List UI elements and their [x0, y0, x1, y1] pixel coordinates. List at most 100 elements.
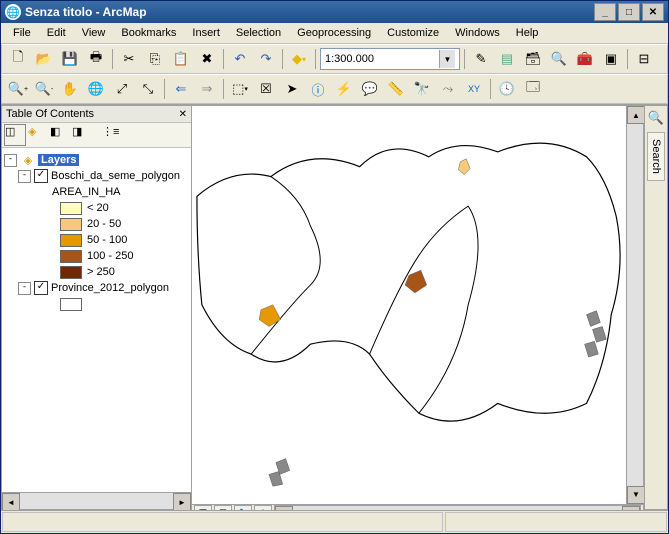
find-icon[interactable]: 🔭 [410, 77, 434, 101]
tools-toolbar: 🔍+ 🔍- ✋ 🌐 ⤢ ⤡ ⇐ ⇒ ⬚▾ ☒ ➤ ⓘ ⚡ 💬 📏 🔭 ⤳ XY … [1, 74, 668, 104]
copy-icon[interactable]: ⎘ [143, 47, 167, 71]
toc-titlebar: Table Of Contents ✕ [2, 106, 191, 123]
toc-title-text: Table Of Contents [6, 108, 94, 120]
search-icon[interactable]: 🔍 [648, 110, 664, 126]
arcmap-window: 🌐 Senza titolo - ArcMap _ □ ✕ File Edit … [0, 0, 669, 534]
open-icon[interactable]: 📂 [32, 47, 56, 71]
toc-close-icon[interactable]: ✕ [179, 109, 187, 120]
toc-icon[interactable]: ▤ [495, 47, 519, 71]
pointer-icon[interactable]: ➤ [280, 77, 304, 101]
chevron-down-icon[interactable]: ▼ [439, 50, 455, 68]
legend-label: < 20 [87, 202, 109, 214]
legend-swatch [60, 234, 82, 247]
python-icon[interactable]: ▣ [599, 47, 623, 71]
tree-toggle[interactable]: - [18, 170, 31, 183]
boschi-feature [259, 305, 281, 327]
pan-icon[interactable]: ✋ [58, 77, 82, 101]
hyperlink-icon[interactable]: ⚡ [332, 77, 356, 101]
editor-icon[interactable]: ✎ [469, 47, 493, 71]
menu-customize[interactable]: Customize [379, 25, 447, 41]
menubar: File Edit View Bookmarks Insert Selectio… [1, 23, 668, 44]
menu-windows[interactable]: Windows [447, 25, 508, 41]
delete-icon[interactable]: ✖ [195, 47, 219, 71]
minimize-button[interactable]: _ [594, 3, 616, 21]
menu-geoprocessing[interactable]: Geoprocessing [289, 25, 379, 41]
toolbox-icon[interactable]: 🧰 [573, 47, 597, 71]
options-icon[interactable]: ⋮≡ [102, 125, 122, 145]
layer2-checkbox[interactable]: ✓ [34, 281, 48, 295]
time-slider-icon[interactable]: 🕓 [495, 77, 519, 101]
map-scale-combo[interactable]: 1:300.000 ▼ [320, 48, 460, 70]
scroll-down-icon[interactable]: ▼ [627, 486, 645, 504]
search-window-icon[interactable]: 🔍 [547, 47, 571, 71]
fixed-zoom-out-icon[interactable]: ⤡ [136, 77, 160, 101]
print-icon[interactable]: 🖶 [84, 47, 108, 71]
add-data-icon[interactable]: ◆▾ [287, 47, 311, 71]
next-extent-icon[interactable]: ⇒ [195, 77, 219, 101]
toc-toolbar: ◫ ◈ ◧ ◨ ⋮≡ [2, 123, 191, 148]
zoom-out-icon[interactable]: 🔍- [32, 77, 56, 101]
menu-edit[interactable]: Edit [39, 25, 74, 41]
menu-file[interactable]: File [5, 25, 39, 41]
zoom-in-icon[interactable]: 🔍+ [6, 77, 30, 101]
cut-icon[interactable]: ✂ [117, 47, 141, 71]
layer1-name[interactable]: Boschi_da_seme_polygon [51, 170, 180, 182]
redo-icon[interactable]: ↷ [254, 47, 278, 71]
list-by-visibility-icon[interactable]: ◧ [50, 125, 70, 145]
search-tab[interactable]: Search [647, 132, 665, 181]
table-of-contents-panel: Table Of Contents ✕ ◫ ◈ ◧ ◨ ⋮≡ - ◈ Layer… [1, 105, 192, 510]
province-boundary [370, 206, 478, 413]
tree-toggle[interactable]: - [4, 154, 17, 167]
menu-insert[interactable]: Insert [184, 25, 228, 41]
find-route-icon[interactable]: ⤳ [436, 77, 460, 101]
viewer-window-icon[interactable]: 🗔 [521, 77, 545, 101]
save-icon[interactable]: 💾 [58, 47, 82, 71]
list-by-selection-icon[interactable]: ◨ [72, 125, 92, 145]
standard-toolbar: 🗋 📂 💾 🖶 ✂ ⎘ 📋 ✖ ↶ ↷ ◆▾ 1:300.000 ▼ ✎ ▤ 🗃… [1, 44, 668, 74]
boschi-feature [458, 159, 470, 175]
goto-xy-icon[interactable]: XY [462, 77, 486, 101]
layer1-checkbox[interactable]: ✓ [34, 169, 48, 183]
legend-label: 20 - 50 [87, 218, 121, 230]
identify-icon[interactable]: ⓘ [306, 77, 330, 101]
scroll-left-icon[interactable]: ◄ [2, 493, 20, 510]
popup-icon[interactable]: 💬 [358, 77, 382, 101]
toc-hscrollbar[interactable]: ◄ ► [2, 492, 191, 509]
list-by-source-icon[interactable]: ◈ [28, 125, 48, 145]
map-vscrollbar[interactable]: ▲ ▼ [626, 106, 643, 504]
new-doc-icon[interactable]: 🗋 [6, 47, 30, 71]
scroll-up-icon[interactable]: ▲ [627, 106, 645, 124]
clear-selection-icon[interactable]: ☒ [254, 77, 278, 101]
boschi-cluster [269, 459, 290, 487]
catalog-icon[interactable]: 🗃 [521, 47, 545, 71]
legend-swatch [60, 202, 82, 215]
select-features-icon[interactable]: ⬚▾ [228, 77, 252, 101]
list-by-drawing-icon[interactable]: ◫ [4, 124, 26, 146]
menu-view[interactable]: View [74, 25, 114, 41]
map-canvas[interactable] [192, 106, 626, 504]
menu-selection[interactable]: Selection [228, 25, 289, 41]
dataframe-label[interactable]: Layers [38, 154, 79, 166]
model-builder-icon[interactable]: ⊟ [632, 47, 656, 71]
undo-icon[interactable]: ↶ [228, 47, 252, 71]
close-button[interactable]: ✕ [642, 3, 664, 21]
tree-toggle[interactable]: - [18, 282, 31, 295]
menu-help[interactable]: Help [508, 25, 547, 41]
prev-extent-icon[interactable]: ⇐ [169, 77, 193, 101]
titlebar: 🌐 Senza titolo - ArcMap _ □ ✕ [1, 1, 668, 23]
layer2-name[interactable]: Province_2012_polygon [51, 282, 169, 294]
fixed-zoom-in-icon[interactable]: ⤢ [110, 77, 134, 101]
menu-bookmarks[interactable]: Bookmarks [113, 25, 184, 41]
maximize-button[interactable]: □ [618, 3, 640, 21]
province-boundary [251, 177, 320, 355]
full-extent-icon[interactable]: 🌐 [84, 77, 108, 101]
legend-swatch [60, 250, 82, 263]
legend-label: 100 - 250 [87, 250, 133, 262]
legend-swatch [60, 218, 82, 231]
window-title: Senza titolo - ArcMap [25, 5, 594, 19]
map-panel: ▲ ▼ ▦ ▢ ↻ ‖ ◄ ► [192, 105, 644, 510]
dataframe-icon: ◈ [20, 154, 36, 167]
paste-icon[interactable]: 📋 [169, 47, 193, 71]
scroll-right-icon[interactable]: ► [173, 493, 191, 510]
measure-icon[interactable]: 📏 [384, 77, 408, 101]
